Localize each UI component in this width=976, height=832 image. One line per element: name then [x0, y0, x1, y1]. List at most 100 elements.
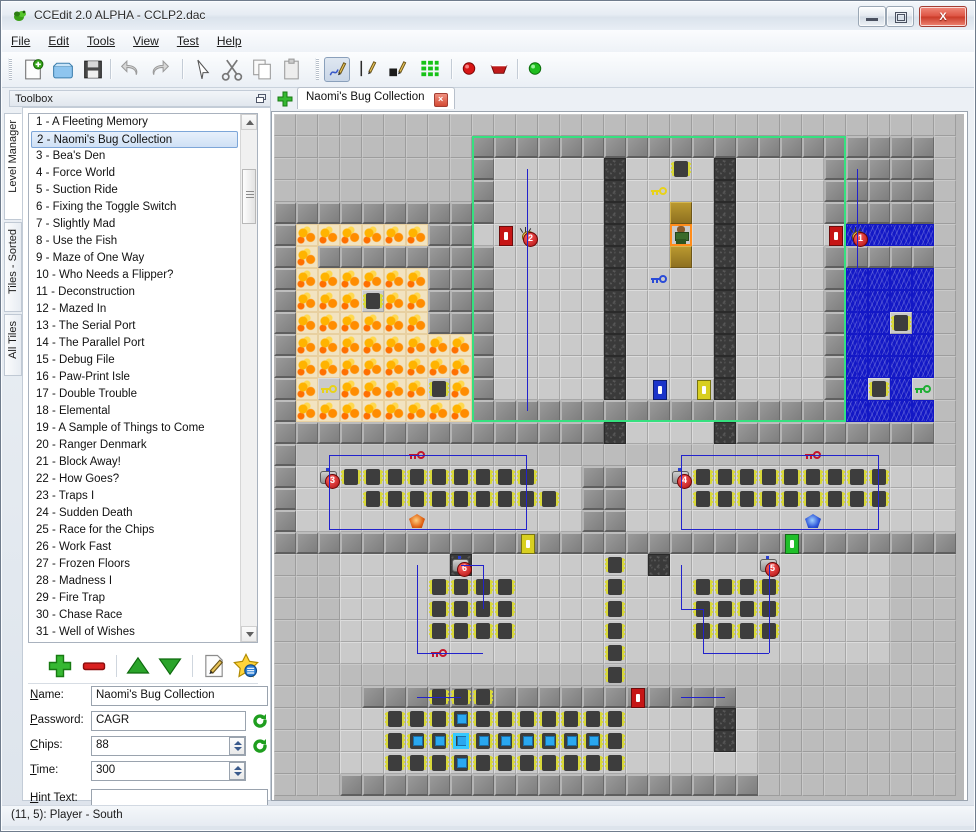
map-chip[interactable] [604, 620, 626, 642]
map-chip[interactable] [582, 708, 604, 730]
map-tile[interactable] [516, 312, 538, 334]
map-tile[interactable] [428, 334, 450, 356]
map-tile[interactable] [846, 334, 868, 356]
level-list-item[interactable]: 2 - Naomi's Bug Collection [31, 131, 238, 148]
map-tile[interactable] [406, 136, 428, 158]
map-tile[interactable] [428, 290, 450, 312]
map-tile[interactable] [758, 664, 780, 686]
map-tile[interactable] [560, 532, 582, 554]
map-tile[interactable] [318, 356, 340, 378]
map-chip[interactable] [494, 620, 516, 642]
map-key[interactable] [912, 378, 934, 400]
map-tile[interactable] [274, 730, 296, 752]
map-tile[interactable] [692, 334, 714, 356]
level-list-item[interactable]: 26 - Work Fast [29, 539, 240, 556]
map-tile[interactable] [648, 334, 670, 356]
map-tile[interactable] [670, 532, 692, 554]
map-tile[interactable] [516, 774, 538, 796]
map-tile[interactable] [428, 444, 450, 466]
map-chip[interactable] [472, 708, 494, 730]
map-tile[interactable] [626, 158, 648, 180]
map-tile[interactable] [890, 422, 912, 444]
map-tile[interactable] [318, 686, 340, 708]
map-bug[interactable]: 1 [846, 224, 868, 247]
map-tile[interactable] [868, 686, 890, 708]
map-chip[interactable] [780, 488, 802, 510]
map-tile[interactable] [494, 444, 516, 466]
map-tile[interactable] [934, 312, 956, 334]
map-tile[interactable] [362, 378, 384, 400]
map-tile[interactable] [824, 400, 846, 422]
map-tile[interactable] [340, 422, 362, 444]
map-tile[interactable] [274, 158, 296, 180]
map-tile[interactable] [318, 488, 340, 510]
map-tile[interactable] [648, 136, 670, 158]
map-tile[interactable] [934, 686, 956, 708]
map-key[interactable] [406, 444, 428, 466]
name-input[interactable]: Naomi's Bug Collection [91, 686, 268, 706]
map-tile[interactable] [758, 268, 780, 290]
map-chip[interactable] [384, 708, 406, 730]
map-tile[interactable] [362, 136, 384, 158]
map-tile[interactable] [296, 488, 318, 510]
map-tile[interactable] [890, 378, 912, 400]
map-tile[interactable] [516, 356, 538, 378]
map-tile[interactable] [934, 202, 956, 224]
map-tile[interactable] [934, 246, 956, 268]
map-tile[interactable] [736, 136, 758, 158]
map-tile[interactable] [890, 224, 912, 246]
map-tile[interactable] [736, 158, 758, 180]
map-tile[interactable] [428, 268, 450, 290]
map-tile[interactable] [582, 598, 604, 620]
map-tile[interactable] [824, 334, 846, 356]
map-tile[interactable] [406, 620, 428, 642]
map-tile[interactable] [516, 378, 538, 400]
map-tile[interactable] [648, 202, 670, 224]
map-tile[interactable] [714, 246, 736, 268]
map-tile[interactable] [340, 774, 362, 796]
map-chip[interactable] [736, 466, 758, 488]
map-tile[interactable] [846, 554, 868, 576]
map-tile[interactable] [318, 158, 340, 180]
map-chip[interactable] [758, 488, 780, 510]
map-tile[interactable] [582, 444, 604, 466]
map-tile[interactable] [912, 158, 934, 180]
map-tile[interactable] [604, 202, 626, 224]
level-list-item[interactable]: 14 - The Parallel Port [29, 335, 240, 352]
map-tile[interactable] [736, 532, 758, 554]
undo-button[interactable] [117, 57, 143, 82]
map-tile[interactable] [692, 642, 714, 664]
map-tile[interactable] [736, 356, 758, 378]
map-tile[interactable] [670, 708, 692, 730]
map-tile[interactable] [296, 202, 318, 224]
level-list-item[interactable]: 8 - Use the Fish [29, 233, 240, 250]
map-tile[interactable] [450, 642, 472, 664]
map-tile[interactable] [824, 422, 846, 444]
map-tile[interactable] [538, 202, 560, 224]
map-chip[interactable] [494, 488, 516, 510]
map-tile[interactable] [340, 752, 362, 774]
map-chip[interactable] [538, 708, 560, 730]
map-tile[interactable] [516, 290, 538, 312]
map-tile[interactable] [604, 686, 626, 708]
undock-icon[interactable] [256, 94, 266, 103]
map-tile[interactable] [912, 664, 934, 686]
map-tile[interactable] [494, 334, 516, 356]
map-tile[interactable] [912, 444, 934, 466]
map-tile[interactable] [780, 510, 802, 532]
map-tile[interactable] [670, 356, 692, 378]
map-tile[interactable] [692, 202, 714, 224]
map-tile[interactable] [604, 224, 626, 246]
map-tile[interactable] [406, 686, 428, 708]
map-fireball[interactable] [406, 510, 428, 532]
toolbar-grip-2[interactable] [315, 58, 319, 80]
map-chip[interactable] [604, 730, 626, 752]
map-chip[interactable] [736, 620, 758, 642]
map-tile[interactable] [538, 400, 560, 422]
map-tile[interactable] [604, 268, 626, 290]
map-tile[interactable] [384, 114, 406, 136]
map-tile[interactable] [560, 620, 582, 642]
map-tile[interactable] [736, 708, 758, 730]
map-tile[interactable] [758, 136, 780, 158]
map-tile[interactable] [362, 312, 384, 334]
